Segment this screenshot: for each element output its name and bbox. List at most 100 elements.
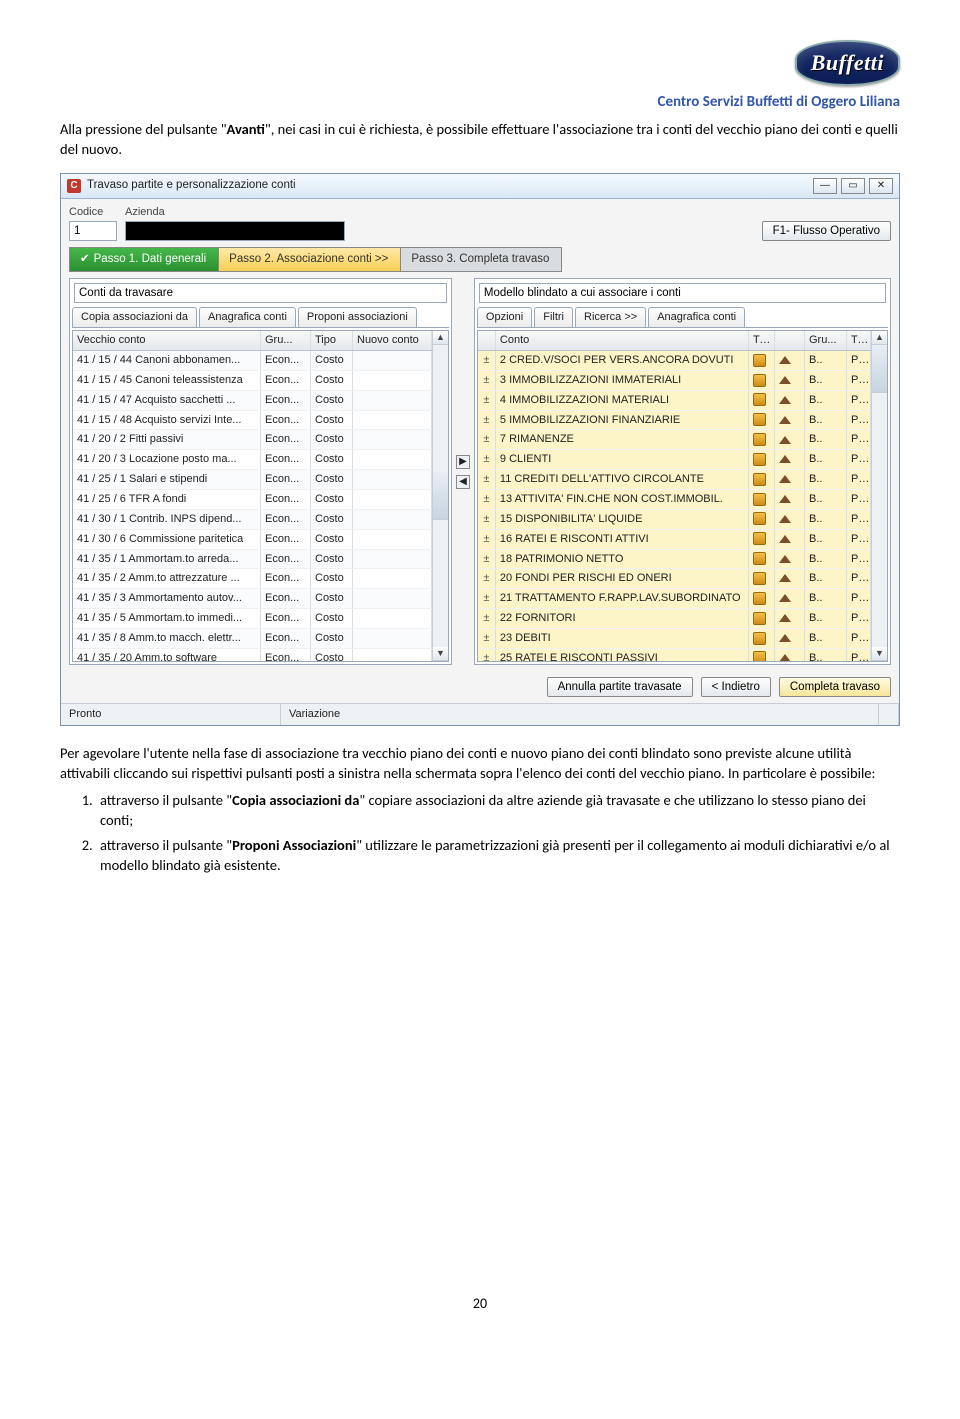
table-row[interactable]: 41 / 35 / 3 Ammortamento autov...Econ...… — [73, 589, 432, 609]
table-row[interactable]: ±25 RATEI E RISCONTI PASSIVIB..Patri... — [478, 649, 871, 661]
scroll-thumb[interactable] — [872, 345, 887, 393]
house-icon — [779, 555, 791, 563]
right-grid-body[interactable]: ±2 CRED.V/SOCI PER VERS.ANCORA DOVUTIB..… — [478, 351, 871, 661]
left-grid-body[interactable]: 41 / 15 / 44 Canoni abbonamen...Econ...C… — [73, 351, 432, 661]
lock-icon — [753, 592, 766, 605]
table-row[interactable]: 41 / 25 / 6 TFR A fondiEcon...Costo — [73, 490, 432, 510]
table-row[interactable]: ±3 IMMOBILIZZAZIONI IMMATERIALIB..Patri.… — [478, 371, 871, 391]
list-item: attraverso il pulsante "Copia associazio… — [96, 791, 900, 830]
table-row[interactable]: ±7 RIMANENZEB..Patri... — [478, 430, 871, 450]
annulla-partite-button[interactable]: Annulla partite travasate — [547, 677, 693, 697]
tab-anagrafica-conti-right[interactable]: Anagrafica conti — [648, 307, 745, 327]
tab-opzioni[interactable]: Opzioni — [477, 307, 532, 327]
table-row[interactable]: 41 / 20 / 2 Fitti passiviEcon...Costo — [73, 430, 432, 450]
window-controls: — ▭ ✕ — [813, 178, 893, 194]
table-row[interactable]: 41 / 15 / 48 Acquisto servizi Inte...Eco… — [73, 411, 432, 431]
house-icon — [779, 574, 791, 582]
step-1[interactable]: ✔Passo 1. Dati generali — [69, 247, 218, 273]
li2-bold: Proponi Associazioni — [232, 836, 356, 854]
right-scrollbar[interactable]: ▲ ▼ — [871, 331, 887, 661]
lock-icon — [753, 453, 766, 466]
col-conto[interactable]: Conto — [496, 331, 749, 350]
table-row[interactable]: 41 / 35 / 1 Ammortam.to arreda...Econ...… — [73, 550, 432, 570]
table-row[interactable]: ±20 FONDI PER RISCHI ED ONERIB..Patri... — [478, 569, 871, 589]
lock-icon — [753, 473, 766, 486]
col-gru[interactable]: Gru... — [261, 331, 311, 350]
table-row[interactable]: ±9 CLIENTIB..Patri... — [478, 450, 871, 470]
table-row[interactable]: ±2 CRED.V/SOCI PER VERS.ANCORA DOVUTIB..… — [478, 351, 871, 371]
table-row[interactable]: 41 / 35 / 20 Amm.to softwareEcon...Costo — [73, 649, 432, 661]
house-icon — [779, 455, 791, 463]
scroll-down-icon[interactable]: ▼ — [433, 647, 448, 661]
table-row[interactable]: ±22 FORNITORIB..Patri... — [478, 609, 871, 629]
table-row[interactable]: ±23 DEBITIB..Patri... — [478, 629, 871, 649]
left-grid-header: Vecchio conto Gru... Tipo Nuovo conto — [73, 331, 432, 351]
table-row[interactable]: ±18 PATRIMONIO NETTOB..Patri... — [478, 550, 871, 570]
move-right-button[interactable]: ▶ — [456, 455, 470, 469]
azienda-input[interactable] — [125, 221, 345, 241]
table-row[interactable]: ±16 RATEI E RISCONTI ATTIVIB..Patri... — [478, 530, 871, 550]
table-row[interactable]: 41 / 35 / 2 Amm.to attrezzature ...Econ.… — [73, 569, 432, 589]
indietro-button[interactable]: < Indietro — [701, 677, 771, 697]
scroll-up-icon[interactable]: ▲ — [872, 331, 887, 345]
col-blank[interactable] — [775, 331, 805, 350]
move-left-button[interactable]: ◀ — [456, 475, 470, 489]
tab-ricerca[interactable]: Ricerca >> — [575, 307, 646, 327]
step-2[interactable]: Passo 2. Associazione conti >> — [218, 247, 400, 273]
scroll-thumb[interactable] — [433, 472, 448, 520]
table-row[interactable]: 41 / 35 / 8 Amm.to macch. elettr...Econ.… — [73, 629, 432, 649]
intro-text-a: Alla pressione del pulsante " — [60, 120, 227, 138]
col-ti1[interactable]: Ti... — [749, 331, 775, 350]
close-button[interactable]: ✕ — [869, 178, 893, 194]
app-dialog: C Travaso partite e personalizzazione co… — [60, 173, 900, 726]
lock-icon — [753, 632, 766, 645]
completa-travaso-button[interactable]: Completa travaso — [779, 677, 891, 697]
col-vecchio-conto[interactable]: Vecchio conto — [73, 331, 261, 350]
step-3[interactable]: Passo 3. Completa travaso — [400, 247, 562, 273]
tab-proponi-associazioni[interactable]: Proponi associazioni — [298, 307, 417, 327]
table-row[interactable]: 41 / 15 / 44 Canoni abbonamen...Econ...C… — [73, 351, 432, 371]
flusso-operativo-button[interactable]: F1- Flusso Operativo — [762, 221, 891, 241]
table-row[interactable]: ±5 IMMOBILIZZAZIONI FINANZIARIEB..Patri.… — [478, 411, 871, 431]
col-gru-r[interactable]: Gru... — [805, 331, 847, 350]
tab-copia-associazioni[interactable]: Copia associazioni da — [72, 307, 197, 327]
page-number: 20 — [60, 1295, 900, 1314]
table-row[interactable]: ±13 ATTIVITA' FIN.CHE NON COST.IMMOBIL.B… — [478, 490, 871, 510]
lock-icon — [753, 493, 766, 506]
app-icon: C — [67, 179, 81, 193]
table-row[interactable]: 41 / 30 / 6 Commissione pariteticaEcon..… — [73, 530, 432, 550]
table-row[interactable]: 41 / 15 / 47 Acquisto sacchetti ...Econ.… — [73, 391, 432, 411]
house-icon — [779, 634, 791, 642]
right-grid: Conto Ti... Gru... Ti... ±2 CRED.V/SOCI … — [477, 330, 888, 662]
li1-bold: Copia associazioni da — [232, 791, 359, 809]
intro-bold: Avanti — [227, 120, 265, 138]
lock-icon — [753, 651, 766, 661]
house-icon — [779, 594, 791, 602]
tab-filtri[interactable]: Filtri — [534, 307, 573, 327]
right-tabs: Opzioni Filtri Ricerca >> Anagrafica con… — [477, 307, 888, 328]
right-caption-input[interactable] — [479, 283, 886, 303]
house-icon — [779, 515, 791, 523]
table-row[interactable]: 41 / 35 / 5 Ammortam.to immedi...Econ...… — [73, 609, 432, 629]
col-ti2[interactable]: Ti... — [847, 331, 871, 350]
table-row[interactable]: 41 / 20 / 3 Locazione posto ma...Econ...… — [73, 450, 432, 470]
table-row[interactable]: ±11 CREDITI DELL'ATTIVO CIRCOLANTEB..Pat… — [478, 470, 871, 490]
check-icon: ✔ — [80, 253, 90, 265]
scroll-up-icon[interactable]: ▲ — [433, 331, 448, 345]
house-icon — [779, 495, 791, 503]
table-row[interactable]: 41 / 25 / 1 Salari e stipendiEcon...Cost… — [73, 470, 432, 490]
col-tipo[interactable]: Tipo — [311, 331, 353, 350]
table-row[interactable]: 41 / 15 / 45 Canoni teleassistenzaEcon..… — [73, 371, 432, 391]
left-scrollbar[interactable]: ▲ ▼ — [432, 331, 448, 661]
left-caption-input[interactable] — [74, 283, 447, 303]
codice-input[interactable] — [69, 221, 117, 241]
col-nuovo-conto[interactable]: Nuovo conto — [353, 331, 432, 350]
maximize-button[interactable]: ▭ — [841, 178, 865, 194]
minimize-button[interactable]: — — [813, 178, 837, 194]
table-row[interactable]: ±4 IMMOBILIZZAZIONI MATERIALIB..Patri... — [478, 391, 871, 411]
scroll-down-icon[interactable]: ▼ — [872, 647, 887, 661]
table-row[interactable]: 41 / 30 / 1 Contrib. INPS dipend...Econ.… — [73, 510, 432, 530]
table-row[interactable]: ±21 TRATTAMENTO F.RAPP.LAV.SUBORDINATOB.… — [478, 589, 871, 609]
table-row[interactable]: ±15 DISPONIBILITA' LIQUIDEB..Patri... — [478, 510, 871, 530]
tab-anagrafica-conti-left[interactable]: Anagrafica conti — [199, 307, 296, 327]
